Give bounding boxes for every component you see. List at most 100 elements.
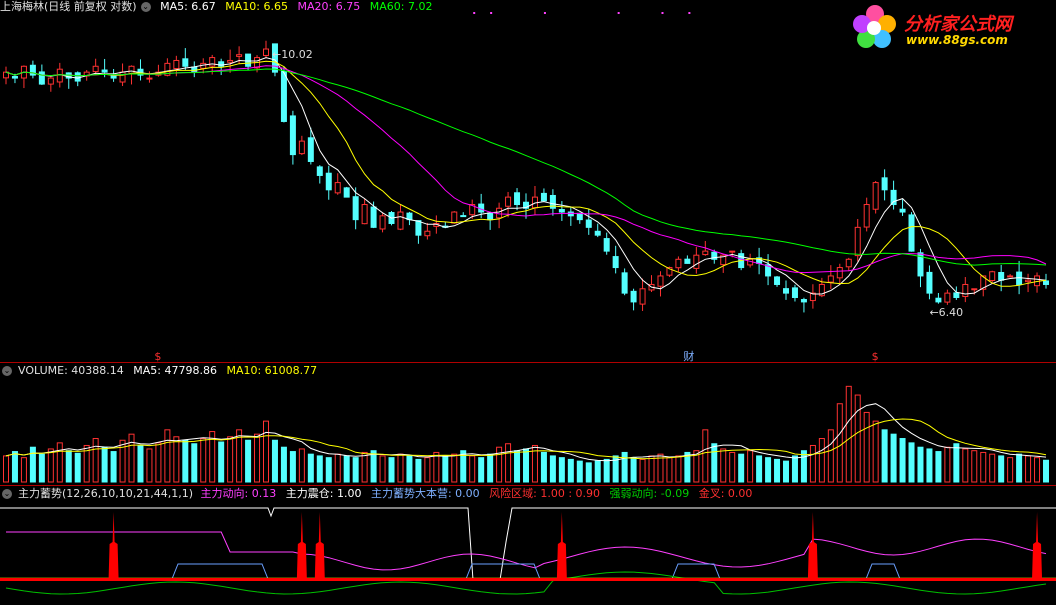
volume-bar [872, 420, 879, 483]
panel-divider [0, 485, 1056, 486]
candle-body [675, 258, 682, 269]
candle-body [47, 77, 54, 85]
candle-body [424, 230, 431, 237]
volume-bar [505, 443, 512, 483]
volume-bar [280, 446, 287, 483]
candle-body [352, 196, 359, 221]
spike-bar [314, 512, 325, 579]
candle-body [890, 189, 897, 206]
volume-bar [218, 441, 225, 483]
volume-bar [720, 448, 727, 483]
volume-bar [271, 439, 278, 483]
low-price-label: ←6.40 [929, 306, 963, 319]
volume-chart [3, 385, 1049, 483]
volume-bar [442, 455, 449, 483]
candle-body [307, 137, 314, 162]
volume-bar [20, 457, 27, 483]
candle-body [56, 68, 63, 83]
candle-body [397, 211, 404, 230]
volume-bar [818, 438, 825, 483]
candle-body [245, 53, 252, 67]
volume-bar [549, 455, 556, 483]
candle-body [343, 187, 350, 198]
volume-bar [164, 429, 171, 483]
volume-bar [146, 448, 153, 483]
candle-body [854, 226, 861, 257]
volume-bar [1016, 453, 1023, 483]
event-marker: 财 [683, 349, 694, 362]
volume-bar [827, 429, 834, 483]
volume-bar [47, 448, 54, 483]
volume-bar [325, 457, 332, 483]
candle-body [908, 214, 915, 252]
volume-bar [263, 420, 269, 483]
collapse-icon[interactable]: ⌄ [2, 366, 12, 376]
volume-bar [379, 455, 386, 483]
candle-body [953, 292, 960, 298]
volume-bar [576, 460, 583, 483]
candle-body [101, 69, 108, 73]
volume-bar [29, 446, 36, 483]
shake-line [0, 507, 1056, 581]
candle-body [558, 208, 565, 213]
candle-body [657, 275, 664, 287]
event-dot [617, 12, 620, 14]
volume-bar [917, 446, 924, 483]
volume-bar [603, 458, 610, 483]
volume-bar [684, 451, 691, 483]
indicator-camp: 主力蓄势大本营: 0.00 [370, 487, 480, 500]
volume-bar [370, 450, 377, 483]
candle-body [209, 57, 216, 67]
candle-body [11, 76, 18, 79]
candle-body [872, 182, 879, 210]
volume-bar [944, 446, 951, 483]
collapse-icon[interactable]: ⌄ [2, 489, 12, 499]
volume-bar [523, 448, 529, 483]
candle-body [74, 72, 81, 82]
volume-bar [621, 451, 628, 483]
volume-bar [836, 403, 843, 483]
volume-bar [307, 453, 314, 483]
volume-bar [182, 439, 189, 483]
volume-bar [809, 444, 816, 483]
candle-body [899, 208, 906, 213]
volume-bar [110, 451, 117, 483]
candle-body [935, 297, 942, 303]
candle-body [191, 66, 198, 73]
event-marker: $ [872, 350, 879, 362]
volume-bar [406, 455, 413, 483]
volume-bar [666, 457, 673, 483]
volume-bar [926, 448, 933, 483]
candle-body [496, 207, 503, 219]
candle-body [325, 172, 332, 191]
ma10-line [5, 60, 1047, 287]
volume-bar [1043, 459, 1049, 483]
spike-bar [556, 512, 567, 579]
candle-body [370, 206, 377, 228]
ma5-line [5, 57, 1047, 295]
volume-bar [433, 451, 440, 483]
candle-body [684, 258, 691, 264]
volume-bar [415, 458, 422, 483]
candle-body [92, 65, 99, 73]
volume-bar [935, 451, 942, 483]
volume-bar [388, 457, 395, 483]
volume-bar [514, 450, 521, 483]
volume-bar [101, 446, 108, 483]
candle-body [379, 215, 386, 230]
event-dot [473, 12, 476, 14]
candle-body [863, 204, 870, 228]
volume-readout: VOLUME: 40388.14 [18, 364, 124, 377]
volume-bar [998, 455, 1005, 483]
volume-bar [38, 453, 45, 483]
volume-bar [711, 443, 718, 483]
candle-body [702, 250, 709, 256]
candle-body [621, 272, 628, 294]
candle-body [1025, 279, 1032, 283]
volume-bar [1034, 457, 1041, 483]
candle-body [827, 275, 834, 283]
candle-body [729, 250, 736, 253]
camp-box [865, 563, 901, 580]
candle-body [845, 258, 852, 268]
volume-bar [200, 438, 207, 483]
